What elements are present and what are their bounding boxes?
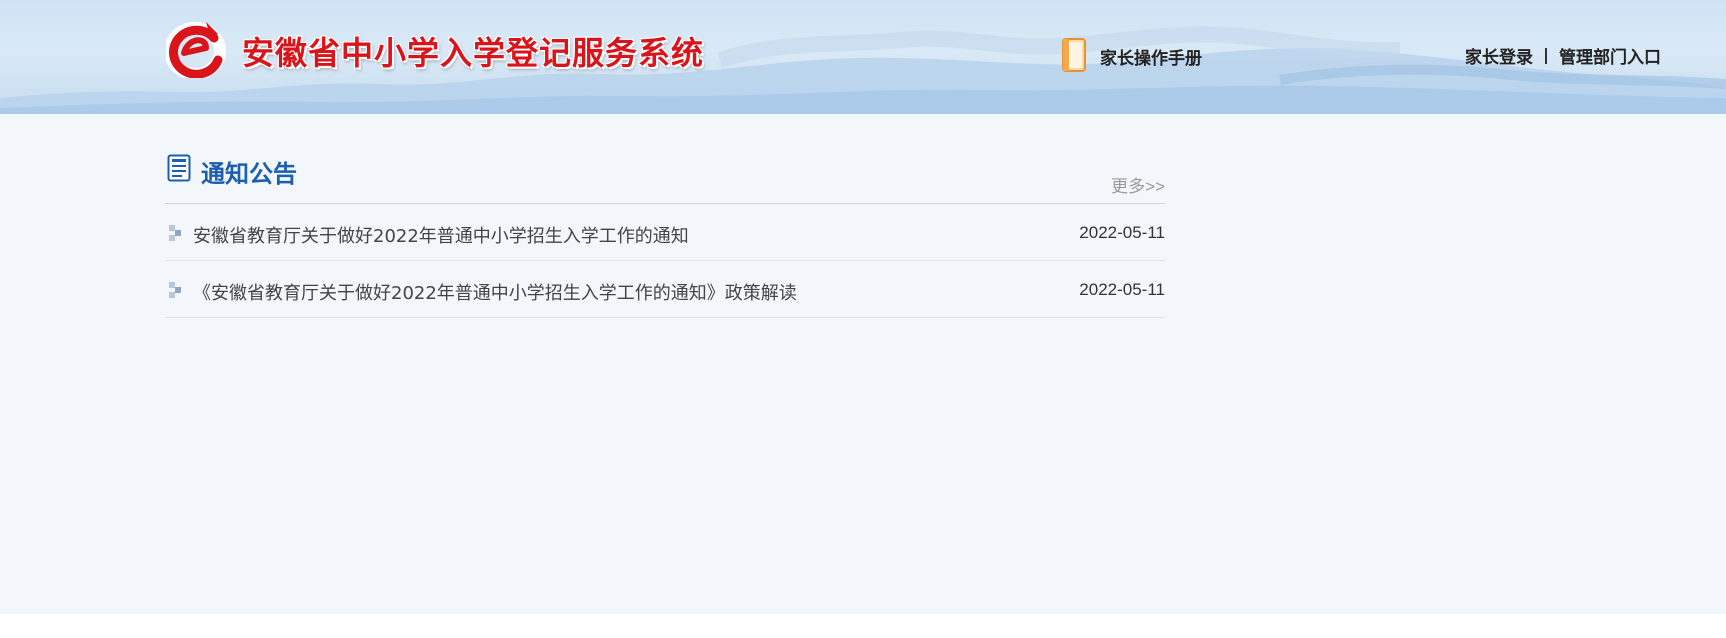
site-title: 安徽省中小学入学登记服务系统 xyxy=(242,34,705,72)
document-icon xyxy=(1062,38,1086,72)
parent-manual-label: 家长操作手册 xyxy=(1100,48,1202,69)
parent-manual-link[interactable]: 家长操作手册 xyxy=(1062,38,1202,74)
bullet-icon xyxy=(169,282,181,298)
notice-item-title[interactable]: 《安徽省教育厅关于做好2022年普通中小学招生入学工作的通知》政策解读 xyxy=(193,279,797,305)
separator xyxy=(1545,47,1547,64)
more-link[interactable]: 更多>> xyxy=(1111,172,1165,197)
notice-title: 通知公告 xyxy=(201,160,297,188)
site-header: 安徽省中小学入学登记服务系统 家长操作手册 家长登录 管理部门入口 xyxy=(0,0,1726,114)
list-item[interactable]: 安徽省教育厅关于做好2022年普通中小学招生入学工作的通知 2022-05-11 xyxy=(165,204,1165,261)
notice-list-icon xyxy=(167,154,191,182)
notice-item-title[interactable]: 安徽省教育厅关于做好2022年普通中小学招生入学工作的通知 xyxy=(193,222,689,248)
notice-header: 通知公告 更多>> xyxy=(165,150,1165,204)
parent-login-link[interactable]: 家长登录 xyxy=(1465,43,1533,68)
notice-item-date: 2022-05-11 xyxy=(1079,223,1165,242)
notice-panel: 通知公告 更多>> 安徽省教育厅关于做好2022年普通中小学招生入学工作的通知 … xyxy=(165,150,1165,318)
auth-links: 家长登录 管理部门入口 xyxy=(1465,43,1661,68)
notice-list: 安徽省教育厅关于做好2022年普通中小学招生入学工作的通知 2022-05-11… xyxy=(165,204,1165,318)
bullet-icon xyxy=(169,225,181,241)
main-content: 通知公告 更多>> 安徽省教育厅关于做好2022年普通中小学招生入学工作的通知 … xyxy=(0,114,1726,614)
list-item[interactable]: 《安徽省教育厅关于做好2022年普通中小学招生入学工作的通知》政策解读 2022… xyxy=(165,261,1165,318)
admin-entry-link[interactable]: 管理部门入口 xyxy=(1559,43,1661,68)
notice-item-date: 2022-05-11 xyxy=(1079,280,1165,299)
e-logo-icon xyxy=(166,22,226,78)
